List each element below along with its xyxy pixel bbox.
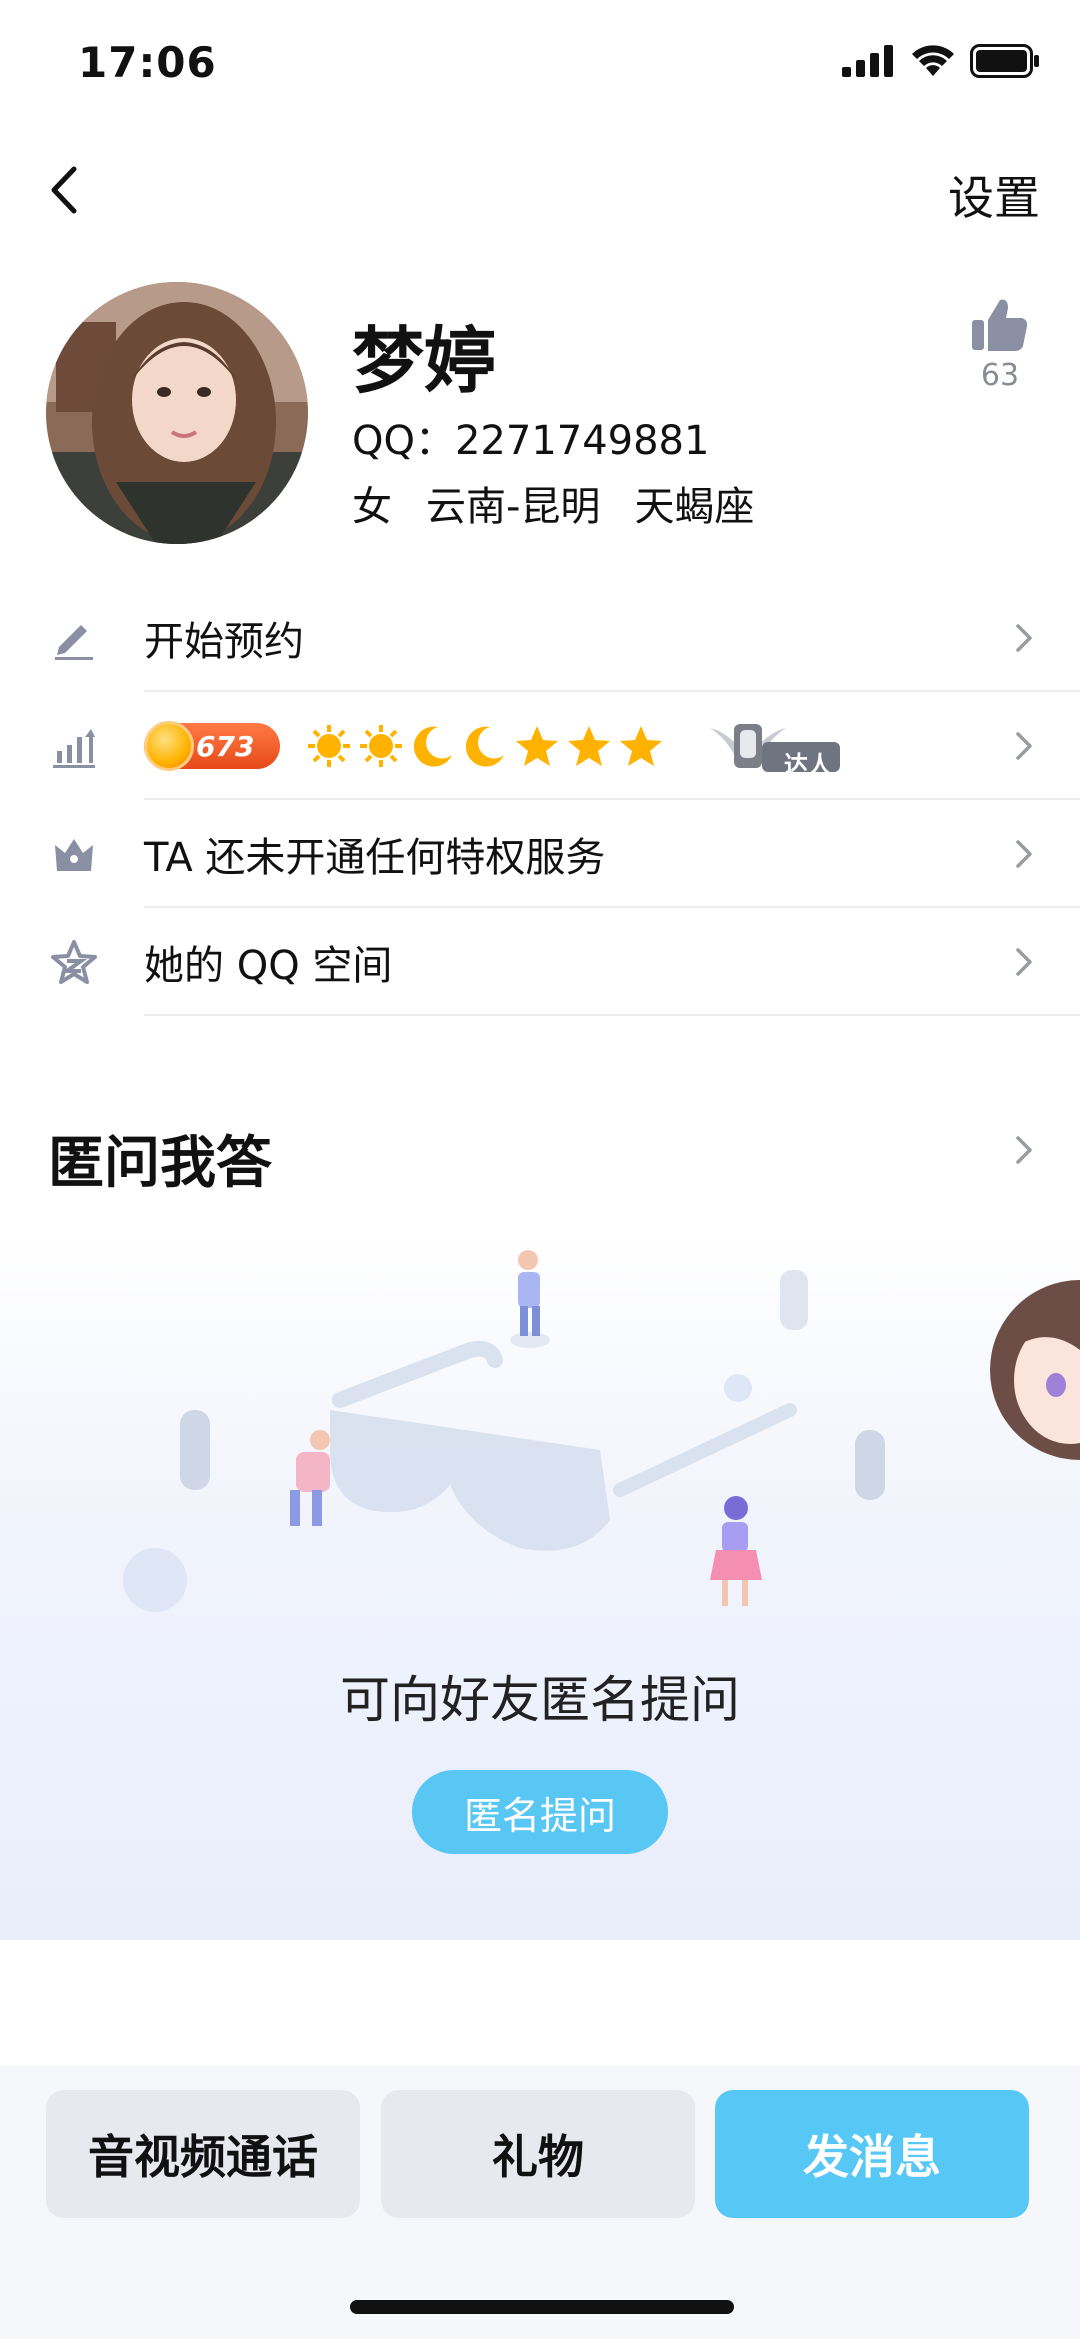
- thumbs-up-icon: [972, 299, 1028, 351]
- qa-card: 可向好友匿名提问 匿名提问: [0, 1230, 1080, 1940]
- star-icon: [568, 726, 610, 766]
- video-call-button[interactable]: 音视频通话: [46, 2090, 360, 2218]
- sunglasses-illustration: [123, 1250, 1080, 1612]
- talent-badge: 达人: [706, 718, 842, 779]
- qa-prompt: 可向好友匿名提问: [340, 1671, 740, 1729]
- coin-value: 673: [196, 729, 255, 763]
- send-message-button[interactable]: 发消息: [715, 2090, 1029, 2218]
- list-item-appointment[interactable]: 开始预约: [0, 584, 1080, 692]
- appointment-label: 开始预约: [144, 619, 304, 665]
- zodiac-label: 天蝎座: [634, 484, 755, 530]
- battery-icon: [970, 44, 1039, 78]
- avatar[interactable]: [46, 282, 308, 544]
- status-time: 17:06: [78, 38, 217, 87]
- profile-list: 开始预约 673 达人 TA 还未开通任何特权服务 她的 QQ 空间: [0, 584, 1080, 1016]
- divider: [144, 1014, 1080, 1016]
- gift-button[interactable]: 礼物: [381, 2090, 695, 2218]
- chevron-right-icon: [1016, 624, 1032, 652]
- crown-icon: [48, 828, 100, 880]
- list-item-qzone[interactable]: 她的 QQ 空间: [0, 908, 1080, 1016]
- status-bar: 17:06: [0, 0, 1080, 130]
- bottom-action-bar: 音视频通话 礼物 发消息: [0, 2066, 1080, 2339]
- pencil-icon: [48, 612, 100, 664]
- list-item-level[interactable]: 673 达人: [0, 692, 1080, 800]
- chevron-right-icon[interactable]: [1012, 1130, 1036, 1170]
- profile-name: 梦婷: [352, 319, 497, 403]
- like-count: 63: [980, 358, 1020, 393]
- chevron-right-icon: [1016, 948, 1032, 976]
- avatar-photo: [46, 282, 308, 544]
- coin-icon: [144, 721, 194, 771]
- qa-section-title[interactable]: 匿问我答: [48, 1118, 272, 1199]
- signal-icon: [842, 45, 893, 77]
- chevron-right-icon: [1016, 732, 1032, 760]
- like-button[interactable]: 63: [960, 296, 1040, 393]
- ask-anonymously-button[interactable]: 匿名提问: [412, 1770, 668, 1854]
- settings-button[interactable]: 设置: [948, 162, 1040, 228]
- chevron-left-icon: [51, 166, 77, 214]
- coin-badge: 673: [144, 721, 280, 771]
- talent-label: 达人: [784, 751, 832, 779]
- sun-icon: [360, 725, 402, 767]
- sun-icon: [308, 725, 350, 767]
- wifi-icon: [912, 45, 954, 76]
- moon-icon: [465, 726, 504, 767]
- qq-number: QQ：2271749881: [352, 418, 710, 464]
- status-icons: [842, 44, 1040, 78]
- profile-meta: 女 云南-昆明 天蝎座: [352, 474, 754, 532]
- back-button[interactable]: [40, 155, 90, 225]
- star-icon: [620, 726, 662, 766]
- home-indicator[interactable]: [350, 2300, 734, 2314]
- gender-label: 女: [352, 484, 392, 530]
- qzone-star-icon: [48, 936, 100, 988]
- star-icon: [516, 726, 558, 766]
- qzone-label: 她的 QQ 空间: [144, 943, 393, 989]
- list-item-privilege[interactable]: TA 还未开通任何特权服务: [0, 800, 1080, 908]
- level-badges: 673 达人: [144, 718, 842, 779]
- chevron-right-icon: [1016, 840, 1032, 868]
- moon-icon: [413, 726, 452, 767]
- privilege-label: TA 还未开通任何特权服务: [144, 835, 606, 881]
- level-chart-icon: [48, 720, 100, 772]
- location-label: 云南-昆明: [426, 484, 601, 530]
